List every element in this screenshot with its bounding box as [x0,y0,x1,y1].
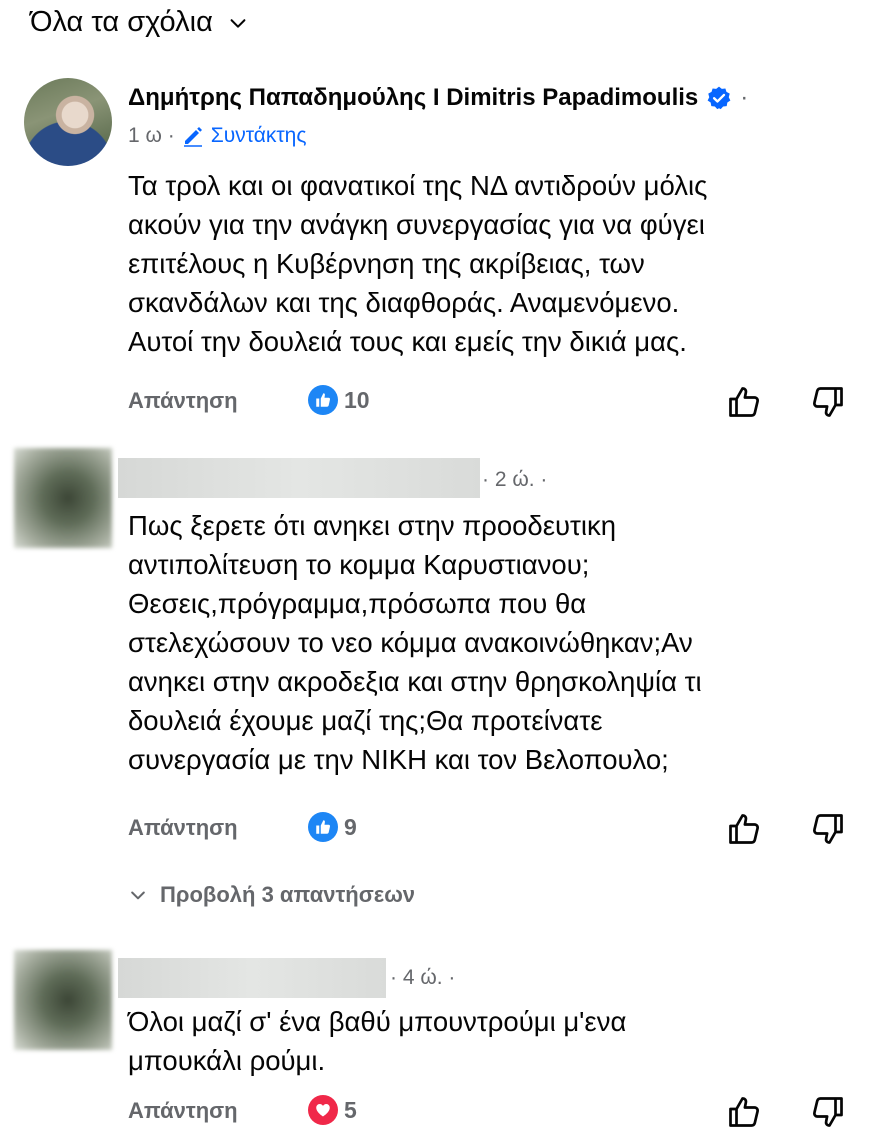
reply-button[interactable]: Απάντηση [128,1098,238,1124]
reaction-count: 5 [344,1096,357,1123]
comment-time[interactable]: 1 ω · [128,124,175,148]
comment-line: ανηκει στην ακροδεξια και στην θρησκοληψ… [128,666,702,697]
upvote-icon[interactable] [726,1094,762,1130]
chevron-down-icon [131,891,145,900]
view-replies-label: Προβολή 3 απαντήσεων [160,882,416,907]
comment-time[interactable]: · 4 ώ. · [390,966,455,990]
role-badge: Συντάκτης [181,124,307,148]
comment-line: αντιπολίτευση το κομμα Καρυστιανου; [128,549,590,580]
commenter-name-redacted[interactable] [118,958,386,998]
downvote-icon[interactable] [810,1094,846,1130]
comment-line: επιτέλους η Κυβέρνηση της ακρίβειας, των [128,248,645,279]
comment-line: δουλειά έχουμε μαζί της;Θα προτείνατε [128,705,603,736]
reply-button[interactable]: Απάντηση [128,815,238,841]
commenter-avatar[interactable] [14,950,112,1050]
comment-time[interactable]: · 2 ώ. · [482,468,547,492]
upvote-icon[interactable] [726,384,762,420]
comment-meta: 1 ω · Συντάκτης [128,124,306,148]
pencil-icon [183,127,202,147]
reaction-count: 9 [344,813,357,840]
filter-label: Όλα τα σχόλια [30,6,213,38]
comments-filter-dropdown[interactable]: Όλα τα σχόλια [30,6,249,39]
reply-button[interactable]: Απάντηση [128,388,238,414]
comment-line: Τα τρολ και οι φανατικοί της ΝΔ αντιδρού… [128,170,708,201]
comment-line: Πως ξερετε ότι ανηκει στην προοδευτικη [128,510,617,541]
comment-line: στελεχώσουν το νεο κόμμα ανακοινώθηκαν;Α… [128,627,693,658]
comment-line: συνεργασία με την ΝΙΚΗ και τον Βελοπουλο… [128,744,669,775]
comment-text: Τα τρολ και οι φανατικοί της ΝΔ αντιδρού… [128,166,707,361]
downvote-icon[interactable] [810,384,846,420]
comment-text: Πως ξερετε ότι ανηκει στην προοδευτικη α… [128,506,702,779]
comment-line: Όλοι μαζί σ' ένα βαθύ μπουντρούμι μ'ενα [128,1006,627,1037]
chevron-down-icon [230,18,246,28]
comment-header: Δημήτρης Παπαδημούλης I Dimitris Papadim… [128,84,748,112]
view-replies-button[interactable]: Προβολή 3 απαντήσεων [128,882,415,908]
verified-badge-icon [707,86,731,110]
role-label: Συντάκτης [210,124,307,147]
reaction-summary[interactable]: 5 [308,1095,357,1125]
comment-line: ακούν για την ανάγκη συνεργασίας για να … [128,209,705,240]
reaction-summary[interactable]: 10 [308,385,370,415]
comment-text: Όλοι μαζί σ' ένα βαθύ μπουντρούμι μ'ενα … [128,1002,626,1080]
comment-line: μπουκάλι ρούμι. [128,1045,326,1076]
commenter-name-redacted[interactable] [118,458,480,498]
comment-line: Αυτοί την δουλειά τους και εμείς την δικ… [128,326,687,357]
reaction-count: 10 [344,386,370,413]
author-name[interactable]: Δημήτρης Παπαδημούλης I Dimitris Papadim… [128,84,698,112]
comment-line: σκανδάλων και της διαφθοράς. Αναμενόμενο… [128,287,680,318]
like-icon [308,812,338,842]
author-avatar[interactable] [24,78,112,166]
reaction-summary[interactable]: 9 [308,812,357,842]
upvote-icon[interactable] [726,811,762,847]
downvote-icon[interactable] [810,811,846,847]
commenter-avatar[interactable] [14,448,112,548]
more-options[interactable]: · [740,84,748,112]
love-icon [308,1095,338,1125]
like-icon [308,385,338,415]
comment-line: Θεσεις,πρόγραμμα,πρόσωπα που θα [128,588,587,619]
